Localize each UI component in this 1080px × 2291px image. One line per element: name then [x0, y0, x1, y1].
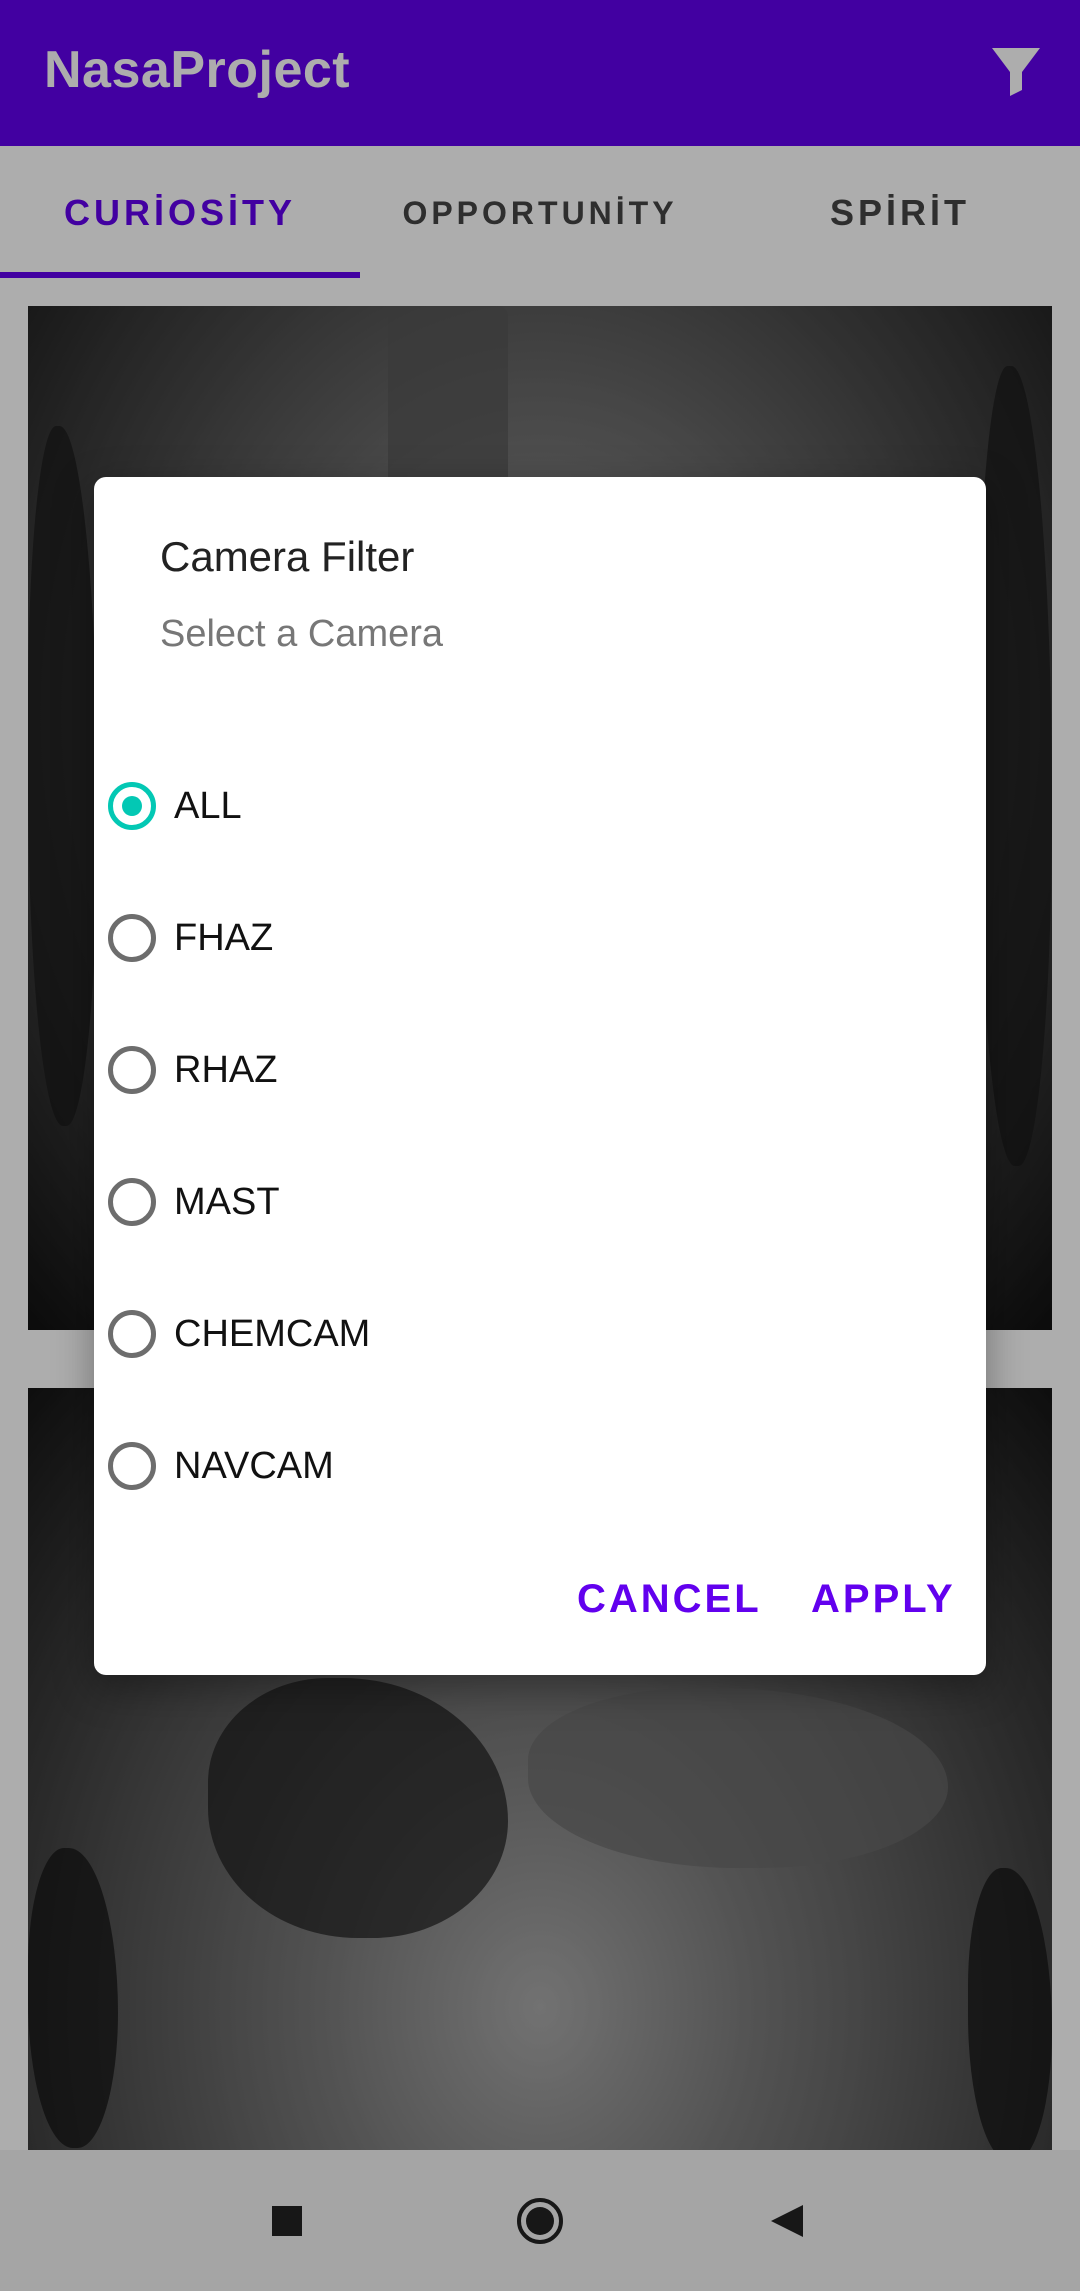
- radio-unchecked-icon[interactable]: [108, 1046, 156, 1094]
- camera-filter-dialog: Camera Filter Select a Camera ALL FHAZ R…: [94, 477, 986, 1675]
- radio-option-chemcam[interactable]: CHEMCAM: [108, 1279, 968, 1389]
- dialog-subtitle: Select a Camera: [160, 613, 444, 655]
- radio-option-fhaz[interactable]: FHAZ: [108, 883, 968, 993]
- radio-option-label: MAST: [174, 1180, 280, 1223]
- radio-option-navcam[interactable]: NAVCAM: [108, 1411, 968, 1521]
- radio-option-rhaz[interactable]: RHAZ: [108, 1015, 968, 1125]
- radio-unchecked-icon[interactable]: [108, 1442, 156, 1490]
- radio-unchecked-icon[interactable]: [108, 914, 156, 962]
- radio-option-label: FHAZ: [174, 916, 274, 959]
- apply-button[interactable]: APPLY: [811, 1577, 956, 1622]
- radio-unchecked-icon[interactable]: [108, 1310, 156, 1358]
- radio-option-all[interactable]: ALL: [108, 751, 968, 861]
- cancel-button[interactable]: CANCEL: [577, 1577, 762, 1622]
- radio-option-mast[interactable]: MAST: [108, 1147, 968, 1257]
- radio-checked-icon[interactable]: [108, 782, 156, 830]
- radio-option-label: NAVCAM: [174, 1444, 334, 1487]
- radio-option-label: CHEMCAM: [174, 1312, 371, 1355]
- dialog-title: Camera Filter: [160, 533, 415, 580]
- radio-option-label: RHAZ: [174, 1048, 278, 1091]
- radio-option-label: ALL: [174, 784, 242, 827]
- radio-unchecked-icon[interactable]: [108, 1178, 156, 1226]
